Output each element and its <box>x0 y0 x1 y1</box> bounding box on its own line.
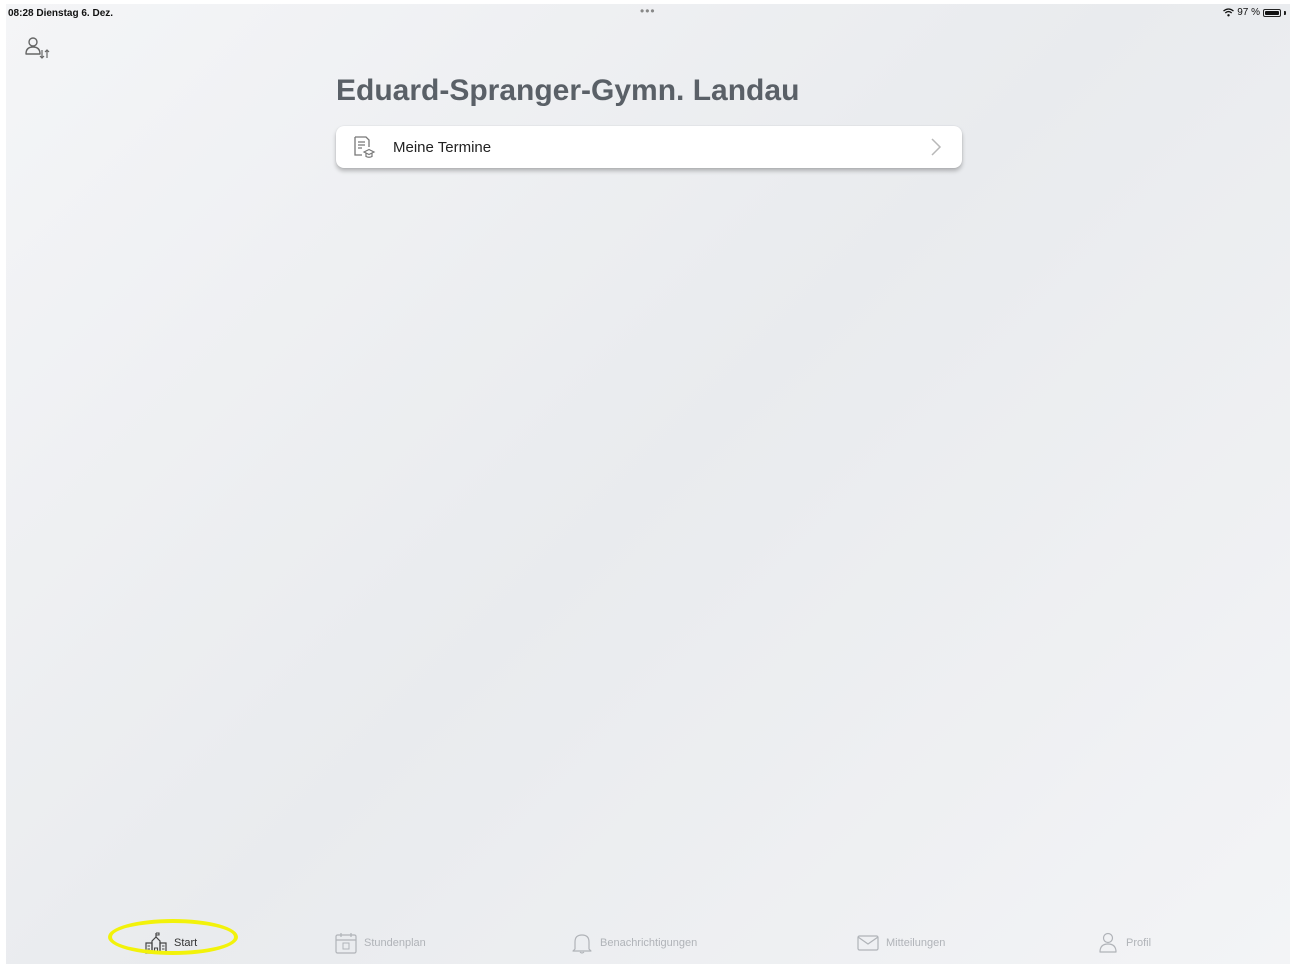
status-bar: 08:28 Dienstag 6. Dez. ••• 97 % <box>6 4 1290 24</box>
tab-bar: Start Stundenplan Benachrichtigungen Mit… <box>6 922 1290 964</box>
switch-user-icon[interactable] <box>24 36 52 64</box>
tab-mitteilungen[interactable]: Mitteilungen <box>856 930 945 956</box>
tab-start-label: Start <box>174 937 198 949</box>
tab-profil[interactable]: Profil <box>1096 930 1151 956</box>
bell-icon <box>572 934 592 954</box>
chevron-right-icon <box>931 138 942 156</box>
battery-tip <box>1284 10 1286 15</box>
battery-icon <box>1263 8 1281 17</box>
calendar-icon <box>335 933 357 954</box>
person-icon <box>1099 932 1117 953</box>
multitasking-dots[interactable]: ••• <box>640 4 656 18</box>
battery-fill <box>1265 10 1279 15</box>
tab-stundenplan[interactable]: Stundenplan <box>334 930 426 956</box>
tab-benachrichtigungen[interactable]: Benachrichtigungen <box>570 930 697 956</box>
tab-profil-label: Profil <box>1126 937 1152 949</box>
tab-benachrichtigungen-label: Benachrichtigungen <box>600 937 698 949</box>
page-title: Eduard-Spranger-Gymn. Landau <box>336 74 800 107</box>
meine-termine-item[interactable]: Meine Termine <box>336 126 962 168</box>
tab-start[interactable]: Start <box>144 930 197 956</box>
tab-mitteilungen-label: Mitteilungen <box>886 937 946 949</box>
battery-percent: 97 % <box>1237 7 1260 18</box>
status-indicators: 97 % <box>1223 7 1286 18</box>
tab-stundenplan-label: Stundenplan <box>364 937 426 949</box>
wifi-icon <box>1223 8 1235 17</box>
mail-icon <box>857 935 879 951</box>
appointments-icon <box>354 136 376 158</box>
school-icon <box>145 932 167 954</box>
app-screen: 08:28 Dienstag 6. Dez. ••• 97 % Eduard-S… <box>6 4 1290 964</box>
meine-termine-label: Meine Termine <box>393 139 492 156</box>
status-time: 08:28 Dienstag 6. Dez. <box>8 8 114 19</box>
